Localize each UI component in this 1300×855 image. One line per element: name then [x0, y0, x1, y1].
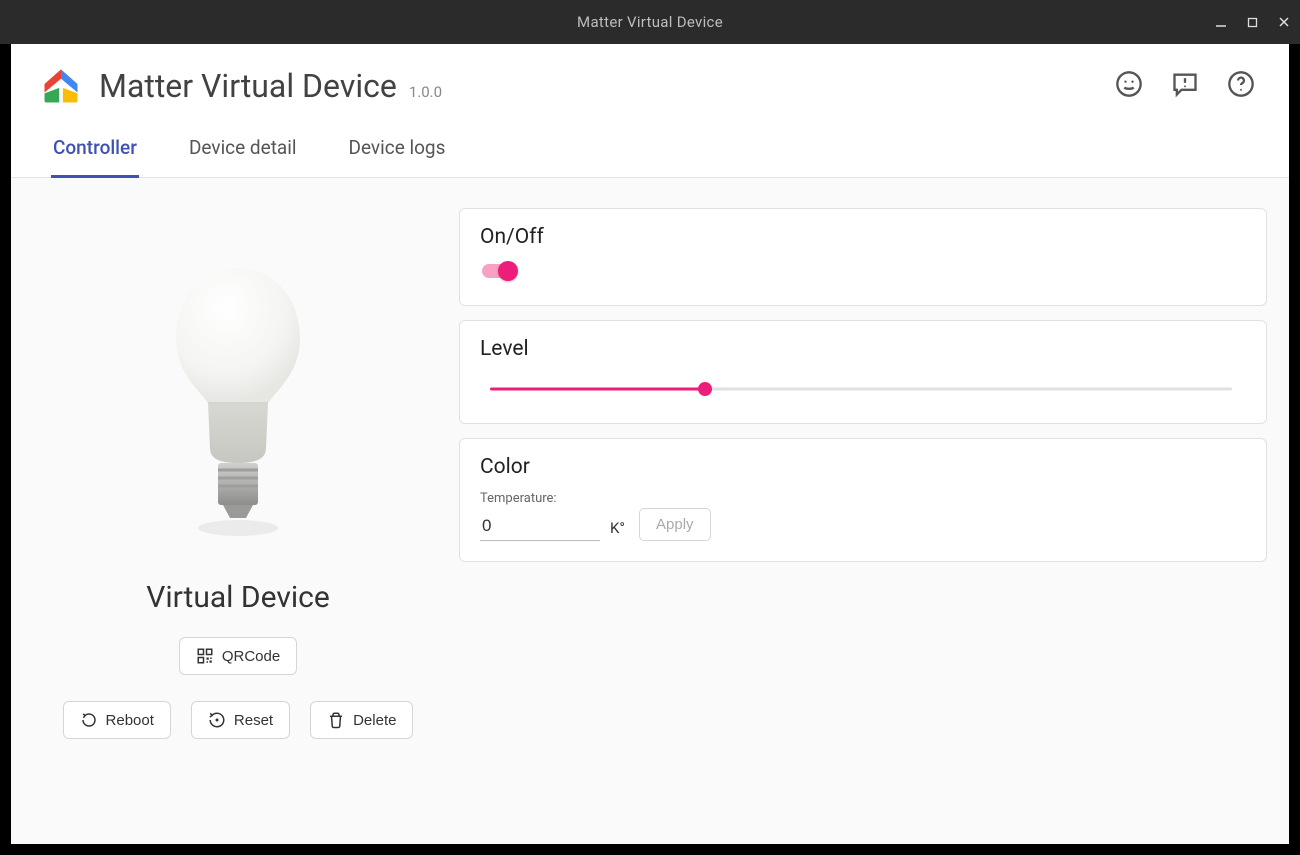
temperature-row: K° Apply	[480, 508, 1246, 541]
qrcode-icon	[196, 647, 214, 665]
controls-panel: On/Off Level Color Temperature:	[459, 208, 1267, 814]
app-version: 1.0.0	[409, 83, 442, 101]
temperature-unit: K°	[610, 519, 625, 541]
delete-button[interactable]: Delete	[310, 701, 413, 739]
window-close-button[interactable]	[1278, 16, 1290, 28]
onoff-title: On/Off	[480, 225, 1246, 249]
color-title: Color	[480, 455, 1246, 479]
device-panel: Virtual Device QRCode Reboot Reset	[33, 208, 443, 814]
feedback-icon[interactable]	[1171, 70, 1199, 102]
reboot-icon	[80, 711, 98, 729]
trash-icon	[327, 711, 345, 729]
topbar-icons	[1115, 70, 1261, 102]
temperature-label: Temperature:	[480, 491, 1246, 506]
tabs: Controller Device detail Device logs	[11, 118, 1289, 178]
reboot-label: Reboot	[106, 712, 154, 729]
app-title: Matter Virtual Device	[99, 67, 397, 105]
window-title: Matter Virtual Device	[577, 13, 723, 31]
content: Virtual Device QRCode Reboot Reset	[11, 178, 1289, 844]
app-title-group: Matter Virtual Device 1.0.0	[99, 67, 442, 105]
reset-icon	[208, 711, 226, 729]
window-buttons	[1215, 0, 1290, 44]
apply-button[interactable]: Apply	[639, 508, 711, 541]
tab-device-detail[interactable]: Device detail	[187, 136, 299, 177]
google-home-logo-icon	[39, 64, 83, 108]
delete-label: Delete	[353, 712, 396, 729]
smiley-icon[interactable]	[1115, 70, 1143, 102]
window-minimize-button[interactable]	[1215, 16, 1227, 28]
level-slider[interactable]	[490, 375, 1232, 403]
device-name: Virtual Device	[146, 580, 330, 615]
qrcode-label: QRCode	[222, 648, 280, 665]
tab-controller[interactable]: Controller	[51, 136, 139, 178]
tab-device-logs[interactable]: Device logs	[347, 136, 448, 177]
lightbulb-icon	[158, 258, 318, 548]
level-card: Level	[459, 320, 1267, 424]
os-titlebar: Matter Virtual Device	[0, 0, 1300, 44]
qrcode-button[interactable]: QRCode	[179, 637, 297, 675]
onoff-card: On/Off	[459, 208, 1267, 306]
qrcode-row: QRCode	[179, 637, 297, 675]
window-maximize-button[interactable]	[1247, 17, 1258, 28]
level-title: Level	[480, 337, 1246, 361]
reset-button[interactable]: Reset	[191, 701, 290, 739]
app-window: Matter Virtual Device 1.0.0 Controller D…	[11, 44, 1289, 844]
color-card: Color Temperature: K° Apply	[459, 438, 1267, 562]
reboot-button[interactable]: Reboot	[63, 701, 171, 739]
onoff-switch[interactable]	[480, 261, 516, 281]
reset-label: Reset	[234, 712, 273, 729]
help-icon[interactable]	[1227, 70, 1255, 102]
topbar: Matter Virtual Device 1.0.0	[11, 44, 1289, 118]
device-actions-row: Reboot Reset Delete	[63, 701, 414, 739]
temperature-input[interactable]	[480, 512, 600, 541]
